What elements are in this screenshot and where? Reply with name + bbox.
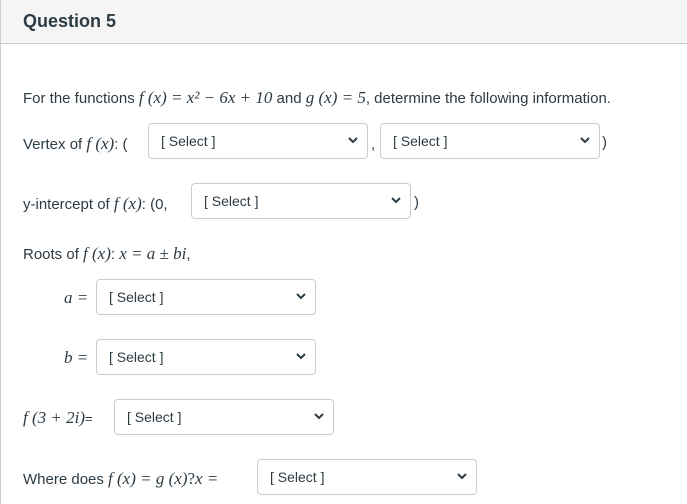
chevron-down-icon	[348, 137, 358, 144]
question-text: For the functions f (x) = x² − 6x + 10 a…	[23, 88, 611, 108]
intro-and: and	[276, 89, 302, 107]
chevron-down-icon	[296, 353, 306, 360]
question-card: Question 5 For the functions f (x) = x² …	[0, 0, 687, 504]
yint-label: y-intercept of f (x): (0,	[23, 194, 168, 214]
vertex-y-select[interactable]: [ Select ]	[380, 123, 600, 159]
question-header: Question 5	[1, 0, 687, 44]
intro-prefix: For the functions	[23, 89, 135, 107]
intersect-select-value: [ Select ]	[270, 469, 325, 485]
f-eval-label-math: f (3 + 2i)	[23, 408, 85, 427]
b-select[interactable]: [ Select ]	[96, 339, 316, 375]
yint-label-prefix: y-intercept of	[23, 195, 110, 213]
roots-label: Roots of f (x): x = a ± bi,	[23, 244, 190, 264]
yint-close: )	[414, 194, 419, 211]
vertex-comma: ,	[371, 136, 376, 153]
chevron-down-icon	[314, 413, 324, 420]
chevron-down-icon	[580, 137, 590, 144]
intro-suffix: , determine the following information.	[365, 89, 611, 107]
f-eval-eq: =	[85, 410, 93, 426]
roots-label-end: ,	[186, 245, 191, 263]
vertex-label-prefix: Vertex of	[23, 135, 83, 153]
chevron-down-icon	[296, 293, 306, 300]
yint-select[interactable]: [ Select ]	[191, 183, 411, 219]
roots-label-f: f (x)	[83, 244, 111, 263]
a-select[interactable]: [ Select ]	[96, 279, 316, 315]
vertex-x-select[interactable]: [ Select ]	[148, 123, 368, 159]
intersect-label-prefix: Where does	[23, 470, 104, 488]
vertex-label-f: f (x)	[86, 134, 115, 153]
a-select-value: [ Select ]	[109, 289, 164, 305]
f-definition: f (x) = x² − 6x + 10	[138, 88, 273, 107]
chevron-down-icon	[391, 197, 401, 204]
roots-label-math: x = a ± bi	[119, 244, 187, 263]
intersect-label-q: ?	[187, 469, 196, 488]
f-eval-label: f (3 + 2i) =	[23, 408, 93, 428]
b-label: b =	[64, 348, 89, 367]
yint-label-f: f (x)	[113, 194, 142, 213]
vertex-y-select-value: [ Select ]	[393, 133, 448, 149]
vertex-label-suffix: : (	[114, 135, 128, 153]
intersect-select[interactable]: [ Select ]	[257, 459, 477, 495]
b-select-value: [ Select ]	[109, 349, 164, 365]
vertex-x-select-value: [ Select ]	[161, 133, 216, 149]
intersect-label: Where does f (x) = g (x)? x =	[23, 469, 218, 489]
yint-label-suffix: : (0,	[141, 195, 168, 213]
f-eval-select-value: [ Select ]	[127, 409, 182, 425]
f-eval-select[interactable]: [ Select ]	[114, 399, 334, 435]
roots-label-colon: :	[110, 245, 116, 263]
g-definition: g (x) = 5	[305, 88, 366, 107]
chevron-down-icon	[457, 473, 467, 480]
question-title: Question 5	[23, 11, 117, 31]
roots-label-prefix: Roots of	[23, 245, 79, 263]
a-label: a =	[64, 288, 89, 307]
intersect-label-x: x =	[195, 469, 219, 488]
vertex-label: Vertex of f (x): (	[23, 134, 128, 154]
yint-select-value: [ Select ]	[204, 193, 259, 209]
intersect-label-math: f (x) = g (x)	[108, 469, 188, 488]
vertex-close: )	[602, 134, 607, 151]
